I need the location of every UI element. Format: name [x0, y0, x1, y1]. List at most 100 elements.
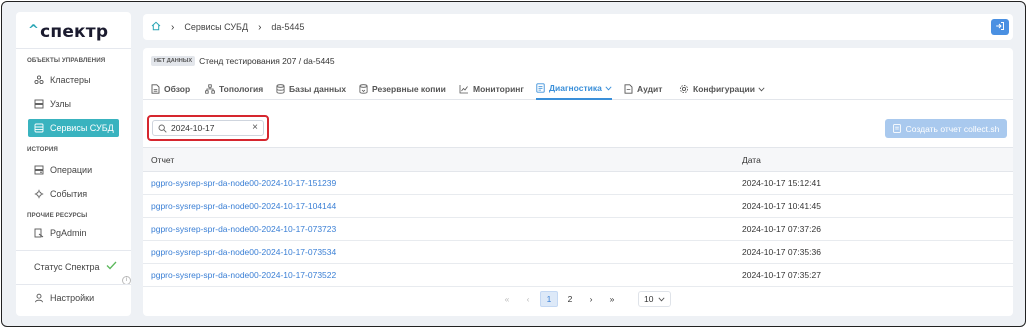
pgadmin-icon	[34, 228, 44, 238]
chevron-right-icon: ›	[171, 21, 175, 33]
sidebar-item-label: Настройки	[50, 293, 95, 303]
create-report-label: Создать отчет collect.sh	[905, 123, 1000, 134]
check-icon	[106, 261, 117, 272]
logout-icon	[995, 21, 1005, 33]
search-highlight: ×	[147, 115, 269, 141]
table-header-row: Отчет Дата	[143, 147, 1013, 172]
main-panel: НЕТ ДАННЫХ Стенд тестирования 207 / da-5…	[143, 48, 1013, 316]
sidebar-item-nodes[interactable]: Узлы	[28, 95, 118, 113]
user-icon	[34, 293, 44, 303]
sidebar: ^спектр ОБЪЕКТЫ УПРАВЛЕНИЯ Кластеры Узлы…	[16, 12, 131, 316]
tab-label: Конфигурации	[693, 84, 755, 94]
sidebar-divider	[16, 250, 131, 251]
report-date: 2024-10-17 15:12:41	[735, 171, 1013, 195]
tab-audit[interactable]: Аудит	[624, 78, 662, 100]
sidebar-item-label: События	[50, 189, 88, 199]
pagination: « ‹ 1 2 › » 10	[498, 290, 672, 308]
sidebar-item-clusters[interactable]: Кластеры	[28, 71, 118, 89]
table-row: pgpro-sysrep-spr-da-node00-2024-10-17-10…	[143, 194, 1013, 218]
logout-button[interactable]	[991, 19, 1009, 35]
tab-overview[interactable]: Обзор	[151, 78, 190, 100]
search-icon	[158, 124, 167, 133]
breadcrumb-db-services[interactable]: Сервисы СУБД	[184, 22, 248, 32]
home-icon[interactable]	[151, 21, 161, 33]
page-1-button[interactable]: 1	[540, 291, 558, 307]
sidebar-item-label: Узлы	[50, 99, 71, 109]
next-page-button[interactable]: ›	[582, 291, 600, 307]
report-date: 2024-10-17 07:37:26	[735, 217, 1013, 241]
section-history: ИСТОРИЯ	[27, 146, 58, 153]
db-services-icon	[34, 123, 44, 133]
sidebar-item-events[interactable]: События	[28, 185, 118, 203]
tab-monitoring[interactable]: Мониторинг	[459, 78, 524, 100]
section-objects: ОБЪЕКТЫ УПРАВЛЕНИЯ	[27, 57, 106, 64]
report-link[interactable]: pgpro-sysrep-spr-da-node00-2024-10-17-07…	[143, 263, 735, 287]
sidebar-item-db-services[interactable]: Сервисы СУБД	[28, 119, 119, 137]
events-icon	[34, 189, 44, 199]
topology-icon	[205, 84, 215, 94]
tab-label: Аудит	[637, 84, 663, 94]
search-input[interactable]	[171, 123, 251, 133]
page-title: Стенд тестирования 207 / da-5445	[199, 56, 335, 66]
sidebar-item-settings[interactable]: Настройки	[28, 289, 118, 307]
column-header-report[interactable]: Отчет	[143, 147, 735, 172]
tab-bar: Обзор Топология Базы данных Резервные ко…	[143, 78, 1013, 100]
tab-label: Топология	[219, 84, 264, 94]
database-icon	[276, 84, 285, 94]
nodes-icon	[34, 99, 44, 109]
clear-icon[interactable]: ×	[252, 122, 258, 133]
diagnostics-icon	[536, 83, 545, 93]
sidebar-item-pgadmin[interactable]: PgAdmin	[28, 224, 118, 242]
document-icon	[151, 84, 160, 94]
page-header: НЕТ ДАННЫХ Стенд тестирования 207 / da-5…	[151, 56, 335, 66]
page-2-button[interactable]: 2	[561, 291, 579, 307]
sidebar-divider	[16, 284, 131, 285]
audit-icon	[624, 84, 633, 94]
breadcrumb-current: da-5445	[271, 22, 305, 32]
spektr-status: Статус Спектра	[34, 261, 117, 272]
report-date: 2024-10-17 07:35:36	[735, 240, 1013, 264]
clusters-icon	[34, 75, 44, 85]
breadcrumb: › Сервисы СУБД › da-5445	[151, 21, 304, 33]
report-link[interactable]: pgpro-sysrep-spr-da-node00-2024-10-17-07…	[143, 217, 735, 241]
app-window: ^спектр ОБЪЕКТЫ УПРАВЛЕНИЯ Кластеры Узлы…	[1, 1, 1026, 327]
spektr-status-label: Статус Спектра	[34, 261, 100, 272]
tab-databases[interactable]: Базы данных	[276, 78, 346, 100]
tab-label: Резервные копии	[372, 84, 446, 94]
chevron-right-icon: ›	[258, 21, 262, 33]
chart-line-icon	[459, 84, 469, 94]
top-bar: › Сервисы СУБД › da-5445	[143, 14, 1013, 40]
table-row: pgpro-sysrep-spr-da-node00-2024-10-17-07…	[143, 240, 1013, 264]
sidebar-item-operations[interactable]: Операции	[28, 161, 118, 179]
report-link[interactable]: pgpro-sysrep-spr-da-node00-2024-10-17-10…	[143, 194, 735, 218]
tab-label: Диагностика	[549, 83, 602, 93]
create-report-button[interactable]: Создать отчет collect.sh	[885, 119, 1007, 138]
report-link[interactable]: pgpro-sysrep-spr-da-node00-2024-10-17-07…	[143, 240, 735, 264]
tab-topology[interactable]: Топология	[205, 78, 263, 100]
sidebar-item-label: Сервисы СУБД	[50, 123, 114, 133]
per-page-select[interactable]: 10	[638, 291, 672, 307]
backup-icon	[359, 84, 368, 94]
table-row: pgpro-sysrep-spr-da-node00-2024-10-17-15…	[143, 171, 1013, 195]
sidebar-item-label: Операции	[50, 165, 93, 175]
tab-label: Базы данных	[289, 84, 347, 94]
logo[interactable]: ^спектр	[28, 22, 108, 42]
table-row: pgpro-sysrep-spr-da-node00-2024-10-17-07…	[143, 217, 1013, 241]
tab-configurations[interactable]: Конфигурации	[679, 78, 765, 100]
prev-page-button[interactable]: ‹	[519, 291, 537, 307]
section-other-resources: ПРОЧИЕ РЕСУРСЫ	[27, 212, 88, 219]
report-link[interactable]: pgpro-sysrep-spr-da-node00-2024-10-17-15…	[143, 171, 735, 195]
logo-mark-icon: ^	[28, 23, 40, 38]
report-date: 2024-10-17 10:41:45	[735, 194, 1013, 218]
tab-diagnostics[interactable]: Диагностика	[536, 78, 612, 100]
last-page-button[interactable]: »	[603, 291, 621, 307]
column-header-date[interactable]: Дата	[735, 147, 1013, 172]
sidebar-item-label: PgAdmin	[50, 228, 87, 238]
chevron-down-icon	[605, 85, 612, 91]
first-page-button[interactable]: «	[498, 291, 516, 307]
sidebar-item-label: Кластеры	[50, 75, 91, 85]
chevron-down-icon	[658, 296, 666, 302]
search-field[interactable]: ×	[152, 120, 264, 136]
report-date: 2024-10-17 07:35:27	[735, 263, 1013, 287]
tab-backups[interactable]: Резервные копии	[359, 78, 446, 100]
